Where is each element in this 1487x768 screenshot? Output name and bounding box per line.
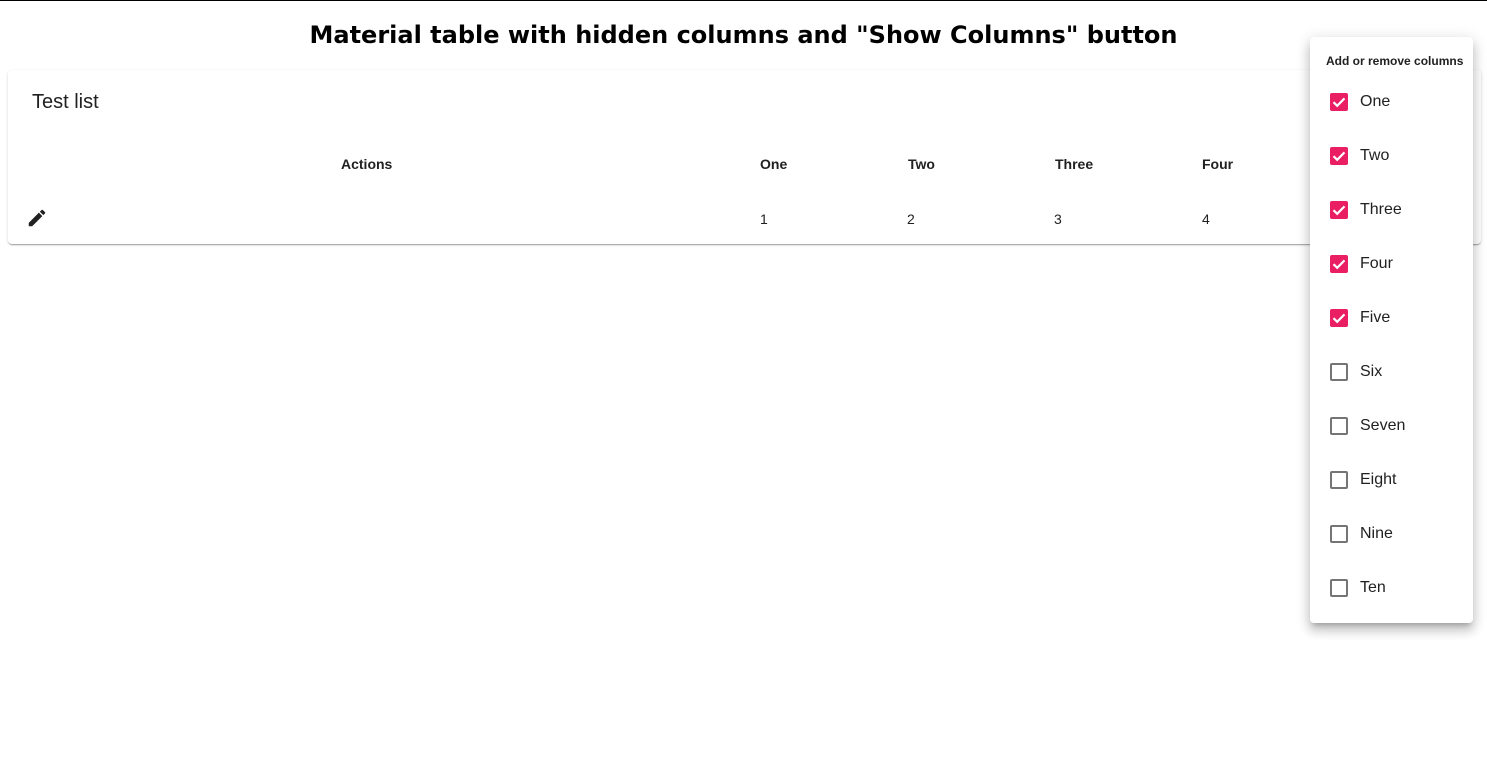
checkbox-unchecked-icon[interactable] bbox=[1330, 579, 1348, 597]
cell-three: 3 bbox=[1054, 211, 1062, 227]
column-toggle-label: Seven bbox=[1360, 417, 1406, 434]
checkbox-checked-icon[interactable] bbox=[1330, 255, 1348, 273]
column-header-one[interactable]: One bbox=[760, 155, 787, 173]
cell-four: 4 bbox=[1202, 211, 1210, 227]
edit-icon bbox=[28, 209, 46, 227]
column-toggle-label: Three bbox=[1360, 201, 1402, 218]
checkbox-unchecked-icon[interactable] bbox=[1330, 417, 1348, 435]
table-card: Test list Actions One Two Three Four 1 2… bbox=[8, 70, 1481, 244]
column-header-three[interactable]: Three bbox=[1055, 155, 1093, 173]
column-toggle-label: Two bbox=[1360, 147, 1390, 164]
page-heading: Material table with hidden columns and "… bbox=[309, 21, 1178, 49]
column-header-four[interactable]: Four bbox=[1202, 155, 1233, 173]
column-header-actions[interactable]: Actions bbox=[341, 155, 392, 173]
column-toggle-label: Nine bbox=[1360, 525, 1393, 542]
table-title: Test list bbox=[32, 91, 99, 113]
column-toggle-label: Eight bbox=[1360, 471, 1397, 488]
checkbox-checked-icon[interactable] bbox=[1330, 309, 1348, 327]
checkbox-unchecked-icon[interactable] bbox=[1330, 363, 1348, 381]
checkbox-checked-icon[interactable] bbox=[1330, 201, 1348, 219]
column-header-two[interactable]: Two bbox=[908, 155, 935, 173]
column-menu: Add or remove columns One Two Three Four Fiv… bbox=[1310, 37, 1473, 623]
edit-button[interactable] bbox=[22, 203, 52, 233]
checkbox-checked-icon[interactable] bbox=[1330, 93, 1348, 111]
column-toggle-nine[interactable]: Nine bbox=[1310, 507, 1473, 561]
column-toggle-one[interactable]: One bbox=[1310, 75, 1473, 129]
cell-one: 1 bbox=[760, 211, 768, 227]
checkbox-unchecked-icon[interactable] bbox=[1330, 525, 1348, 543]
cell-two: 2 bbox=[907, 211, 915, 227]
column-toggle-five[interactable]: Five bbox=[1310, 291, 1473, 345]
column-toggle-six[interactable]: Six bbox=[1310, 345, 1473, 399]
column-toggle-ten[interactable]: Ten bbox=[1310, 561, 1473, 615]
column-toggle-label: Four bbox=[1360, 255, 1393, 272]
column-toggle-seven[interactable]: Seven bbox=[1310, 399, 1473, 453]
checkbox-unchecked-icon[interactable] bbox=[1330, 471, 1348, 489]
column-toggle-two[interactable]: Two bbox=[1310, 129, 1473, 183]
column-toggle-three[interactable]: Three bbox=[1310, 183, 1473, 237]
column-menu-header: Add or remove columns bbox=[1326, 54, 1464, 68]
column-toggle-label: Six bbox=[1360, 363, 1383, 380]
column-toggle-label: Ten bbox=[1360, 579, 1386, 596]
top-border bbox=[0, 0, 1487, 1]
column-toggle-eight[interactable]: Eight bbox=[1310, 453, 1473, 507]
checkbox-checked-icon[interactable] bbox=[1330, 147, 1348, 165]
column-toggle-label: Five bbox=[1360, 309, 1391, 326]
column-toggle-label: One bbox=[1360, 93, 1391, 110]
column-toggle-four[interactable]: Four bbox=[1310, 237, 1473, 291]
